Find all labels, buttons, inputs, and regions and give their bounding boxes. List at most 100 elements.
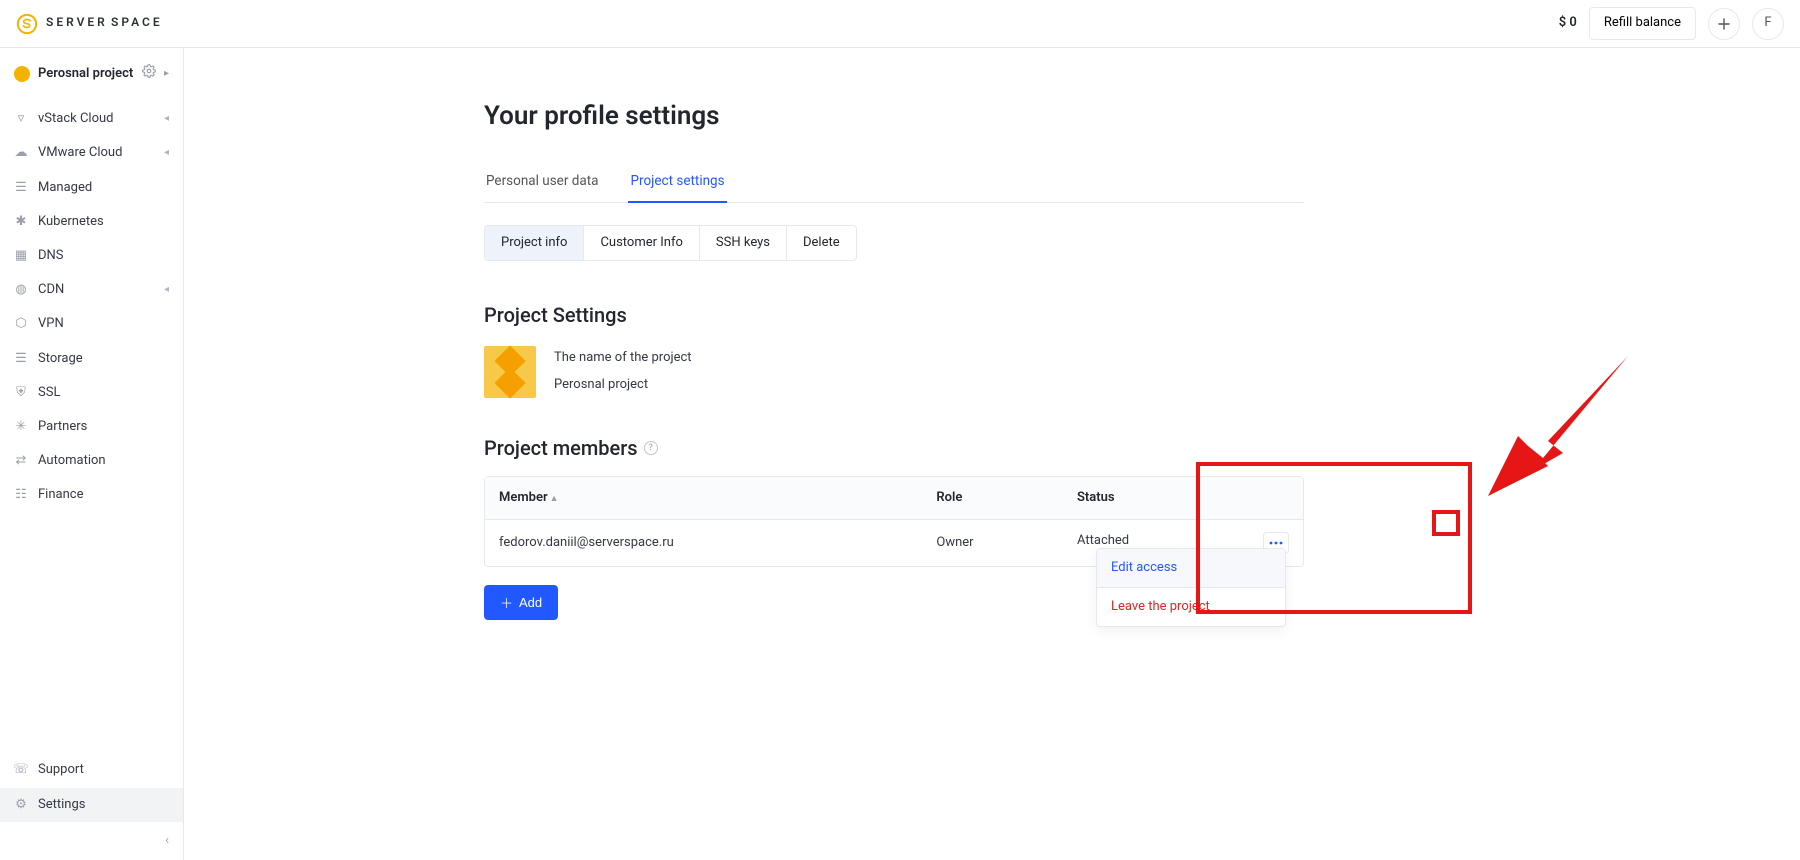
column-status[interactable]: Status xyxy=(1063,477,1303,520)
avatar-initial: F xyxy=(1764,14,1771,32)
project-gear-icon[interactable] xyxy=(142,64,156,84)
project-selector[interactable]: Perosnal project ▸ xyxy=(0,48,183,96)
headset-icon: ☏ xyxy=(14,764,28,778)
nav-label: Partners xyxy=(38,418,87,436)
nav-label: VPN xyxy=(38,315,64,333)
project-members-heading: Project members xyxy=(484,434,638,462)
chevron-down-icon: ▿ xyxy=(14,112,28,126)
project-icon xyxy=(14,66,30,82)
chevron-right-icon: ▸ xyxy=(164,67,169,81)
nav-label: Storage xyxy=(38,350,83,368)
managed-icon: ☰ xyxy=(14,181,28,195)
cell-member: fedorov.daniil@serverspace.ru xyxy=(485,520,922,566)
logo-text-main: SERVER xyxy=(46,15,108,29)
automation-icon: ⇄ xyxy=(14,454,28,468)
plus-icon xyxy=(1718,18,1730,30)
nav-label: VMware Cloud xyxy=(38,144,122,162)
project-name: Perosnal project xyxy=(38,65,134,83)
user-avatar-button[interactable]: F xyxy=(1752,8,1784,40)
sidebar-item-dns[interactable]: ▦ DNS xyxy=(0,239,183,273)
dns-icon: ▦ xyxy=(14,249,28,263)
project-avatar-icon xyxy=(484,346,536,398)
nav-label: Settings xyxy=(38,796,85,814)
cloud-icon: ☁ xyxy=(14,146,28,160)
help-icon[interactable]: ? xyxy=(644,441,658,455)
cell-role: Owner xyxy=(922,520,1063,566)
menu-item-leave-project[interactable]: Leave the project xyxy=(1097,588,1285,626)
sidebar-item-finance[interactable]: ☷ Finance xyxy=(0,478,183,512)
menu-item-edit-access[interactable]: Edit access xyxy=(1097,549,1285,588)
column-label: Member xyxy=(499,490,548,505)
nav-label: vStack Cloud xyxy=(38,110,114,128)
subtab-ssh-keys[interactable]: SSH keys xyxy=(700,226,787,260)
nav-list: ▿ vStack Cloud ◂ ☁ VMware Cloud ◂ ☰ Managed ✱… xyxy=(0,96,183,753)
chevron-left-icon: ‹ xyxy=(165,833,169,848)
shield-icon: ⛨ xyxy=(14,386,28,400)
caret-icon: ◂ xyxy=(164,283,169,297)
nav-label: Support xyxy=(38,761,84,779)
project-name-value: Perosnal project xyxy=(554,372,692,398)
nav-label: Automation xyxy=(38,452,106,470)
project-info-block: The name of the project Perosnal project xyxy=(484,345,1304,397)
project-name-label: The name of the project xyxy=(554,345,692,371)
sidebar: Perosnal project ▸ ▿ vStack Cloud ◂ ☁ VMwar… xyxy=(0,48,184,860)
nav-label: DNS xyxy=(38,247,64,265)
sidebar-item-ssl[interactable]: ⛨ SSL xyxy=(0,376,183,410)
nav-label: CDN xyxy=(38,281,64,299)
add-button[interactable] xyxy=(1708,8,1740,40)
top-right: $ 0 Refill balance F xyxy=(1559,7,1784,39)
nav-label: Finance xyxy=(38,486,83,504)
finance-icon: ☷ xyxy=(14,488,28,502)
balance-amount: $ 0 xyxy=(1559,14,1577,32)
refill-balance-button[interactable]: Refill balance xyxy=(1589,7,1696,39)
page-title: Your profile settings xyxy=(484,98,1304,134)
caret-icon: ◂ xyxy=(164,112,169,126)
logo[interactable]: SERVER SPACE xyxy=(16,13,163,35)
sidebar-item-storage[interactable]: ☰Storage xyxy=(0,342,183,376)
sidebar-item-support[interactable]: ☏ Support xyxy=(0,753,183,787)
subtabs: Project info Customer Info SSH keys Dele… xyxy=(484,225,857,261)
sidebar-item-kubernetes[interactable]: ✱ Kubernetes xyxy=(0,205,183,239)
partners-icon: ✳ xyxy=(14,420,28,434)
add-member-button[interactable]: ＋ Add xyxy=(484,585,558,620)
vpn-icon: ⬡ xyxy=(14,317,28,331)
project-settings-heading: Project Settings xyxy=(484,301,1304,329)
sidebar-item-vmware-cloud[interactable]: ☁ VMware Cloud ◂ xyxy=(0,136,183,170)
logo-icon xyxy=(16,13,38,35)
cdn-icon: ◍ xyxy=(14,283,28,297)
caret-icon: ◂ xyxy=(164,146,169,160)
sidebar-collapse-button[interactable]: ‹ xyxy=(0,822,183,860)
sidebar-item-partners[interactable]: ✳ Partners xyxy=(0,410,183,444)
top-bar: SERVER SPACE $ 0 Refill balance F xyxy=(0,0,1800,48)
sidebar-item-managed[interactable]: ☰ Managed xyxy=(0,171,183,205)
tab-personal-user-data[interactable]: Personal user data xyxy=(484,162,600,203)
column-role[interactable]: Role xyxy=(922,477,1063,520)
subtab-project-info[interactable]: Project info xyxy=(485,226,584,260)
sidebar-item-settings[interactable]: ⚙ Settings xyxy=(0,788,183,822)
tab-project-settings[interactable]: Project settings xyxy=(628,162,726,203)
sidebar-item-vstack-cloud[interactable]: ▿ vStack Cloud ◂ xyxy=(0,102,183,136)
sidebar-item-automation[interactable]: ⇄ Automation xyxy=(0,444,183,478)
main-content: Your profile settings Personal user data… xyxy=(184,48,1800,860)
nav-label: Managed xyxy=(38,179,92,197)
kubernetes-icon: ✱ xyxy=(14,215,28,229)
sort-asc-icon: ▲ xyxy=(550,494,559,504)
plus-icon: ＋ xyxy=(500,593,513,612)
sidebar-item-vpn[interactable]: ⬡ VPN xyxy=(0,307,183,341)
nav-label: Kubernetes xyxy=(38,213,104,231)
row-actions-menu: Edit access Leave the project xyxy=(1096,548,1286,627)
annotation-highlight-box-small xyxy=(1432,510,1460,536)
sidebar-item-cdn[interactable]: ◍ CDN ◂ xyxy=(0,273,183,307)
nav-label: SSL xyxy=(38,384,60,402)
column-label: Status xyxy=(1077,490,1115,505)
annotation-arrow-icon xyxy=(1488,356,1628,496)
column-label: Role xyxy=(936,490,962,505)
dots-icon xyxy=(1269,541,1283,545)
add-label: Add xyxy=(519,595,542,610)
gear-icon: ⚙ xyxy=(14,798,28,812)
logo-text-sub: SPACE xyxy=(111,15,163,29)
subtab-delete[interactable]: Delete xyxy=(787,226,856,260)
subtab-customer-info[interactable]: Customer Info xyxy=(584,226,699,260)
status-text: Attached xyxy=(1077,533,1129,548)
column-member[interactable]: Member▲ xyxy=(485,477,922,520)
